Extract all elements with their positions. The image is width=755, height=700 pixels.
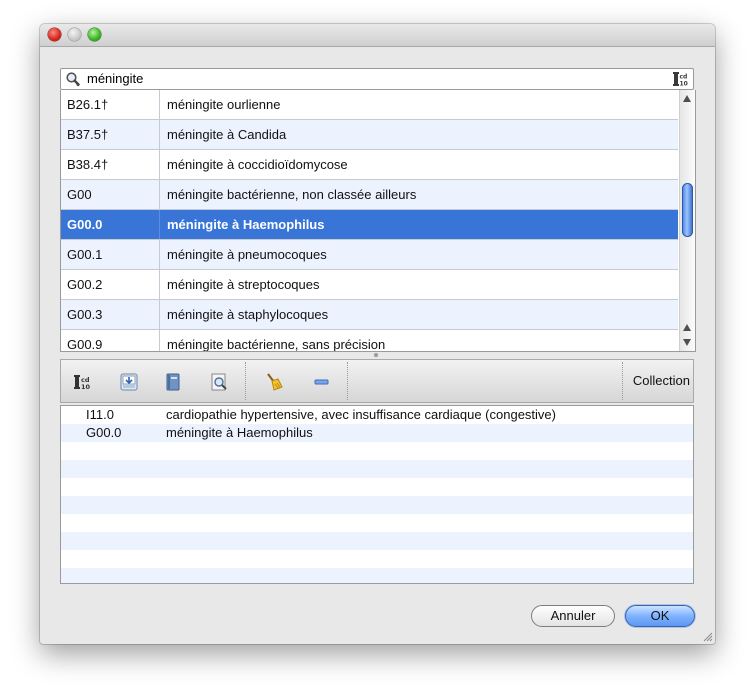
row-description: méningite à pneumocoques bbox=[167, 247, 327, 262]
toolbar-separator bbox=[347, 362, 348, 400]
svg-text:10: 10 bbox=[81, 383, 91, 391]
list-item-code: G00.0 bbox=[86, 425, 122, 440]
row-description: méningite à coccidioïdomycose bbox=[167, 157, 348, 172]
splitter-handle[interactable] bbox=[374, 353, 378, 357]
results-scrollbar[interactable] bbox=[679, 90, 695, 351]
broom-icon[interactable] bbox=[264, 372, 284, 392]
row-description: méningite à Candida bbox=[167, 127, 287, 142]
row-description: méningite à streptocoques bbox=[167, 277, 320, 292]
scroll-thumb[interactable] bbox=[682, 183, 693, 237]
find-document-icon[interactable] bbox=[209, 372, 229, 392]
empty-row bbox=[61, 550, 693, 568]
scroll-down-arrow-icon[interactable] bbox=[683, 339, 691, 346]
row-description: méningite bactérienne, non classée aille… bbox=[167, 187, 417, 202]
close-button[interactable] bbox=[48, 28, 61, 41]
row-code: G00 bbox=[61, 180, 160, 209]
icd10-icon[interactable]: cd 10 bbox=[73, 372, 93, 392]
dialog-window: cd 10 B26.1† méningite ourlienne B37.5† … bbox=[40, 24, 715, 644]
collection-list[interactable]: I11.0 cardiopathie hypertensive, avec in… bbox=[60, 405, 694, 584]
search-field[interactable]: cd 10 bbox=[60, 68, 694, 90]
row-description: méningite à Haemophilus bbox=[167, 217, 325, 232]
empty-row bbox=[61, 442, 693, 460]
list-item[interactable]: G00.0 méningite à Haemophilus bbox=[61, 424, 693, 442]
empty-row bbox=[61, 514, 693, 532]
ok-button[interactable]: OK bbox=[625, 605, 695, 627]
minimize-button[interactable] bbox=[68, 28, 81, 41]
row-description: méningite à staphylocoques bbox=[167, 307, 329, 322]
search-icon[interactable] bbox=[65, 71, 81, 87]
row-code: G00.1 bbox=[61, 240, 160, 269]
svg-text:10: 10 bbox=[680, 81, 688, 88]
row-code: G00.3 bbox=[61, 300, 160, 329]
row-code: B37.5† bbox=[61, 120, 160, 149]
scroll-up-arrow-icon[interactable] bbox=[683, 95, 691, 102]
search-input[interactable] bbox=[87, 70, 647, 87]
collection-label[interactable]: Collection bbox=[633, 360, 692, 402]
row-description: méningite bactérienne, sans précision bbox=[167, 337, 386, 352]
remove-icon[interactable] bbox=[312, 372, 332, 392]
table-row[interactable]: G00.9 méningite bactérienne, sans précis… bbox=[61, 330, 678, 352]
book-icon[interactable] bbox=[163, 372, 183, 392]
results-table[interactable]: B26.1† méningite ourlienne B37.5† méning… bbox=[60, 90, 696, 352]
list-item-code: I11.0 bbox=[86, 407, 114, 422]
list-item-description: méningite à Haemophilus bbox=[166, 425, 313, 440]
row-code: G00.0 bbox=[61, 210, 160, 239]
empty-row bbox=[61, 460, 693, 478]
title-bar bbox=[40, 24, 715, 47]
table-row[interactable]: B37.5† méningite à Candida bbox=[61, 120, 678, 150]
resize-grip-icon[interactable] bbox=[701, 630, 713, 642]
zoom-button[interactable] bbox=[88, 28, 101, 41]
row-code: G00.2 bbox=[61, 270, 160, 299]
table-row[interactable]: B38.4† méningite à coccidioïdomycose bbox=[61, 150, 678, 180]
icd10-icon[interactable]: cd 10 bbox=[673, 71, 690, 88]
table-row[interactable]: G00 méningite bactérienne, non classée a… bbox=[61, 180, 678, 210]
empty-row bbox=[61, 568, 693, 583]
list-item[interactable]: I11.0 cardiopathie hypertensive, avec in… bbox=[61, 406, 693, 424]
toolbar-separator bbox=[622, 362, 623, 400]
cancel-button[interactable]: Annuler bbox=[531, 605, 615, 627]
empty-row bbox=[61, 532, 693, 550]
table-row[interactable]: G00.2 méningite à streptocoques bbox=[61, 270, 678, 300]
empty-row bbox=[61, 496, 693, 514]
list-item-description: cardiopathie hypertensive, avec insuffis… bbox=[166, 407, 556, 422]
table-row[interactable]: B26.1† méningite ourlienne bbox=[61, 90, 678, 120]
row-code: B26.1† bbox=[61, 90, 160, 119]
toolbar-separator bbox=[245, 362, 246, 400]
table-row[interactable]: G00.1 méningite à pneumocoques bbox=[61, 240, 678, 270]
collection-toolbar: cd 10 Collection bbox=[60, 359, 694, 403]
row-description: méningite ourlienne bbox=[167, 97, 281, 112]
svg-text:cd: cd bbox=[680, 74, 688, 81]
scroll-up-arrow-icon[interactable] bbox=[683, 324, 691, 331]
table-row-selected[interactable]: G00.0 méningite à Haemophilus bbox=[61, 210, 678, 240]
empty-row bbox=[61, 478, 693, 496]
table-row[interactable]: G00.3 méningite à staphylocoques bbox=[61, 300, 678, 330]
row-code: B38.4† bbox=[61, 150, 160, 179]
import-icon[interactable] bbox=[119, 372, 139, 392]
row-code: G00.9 bbox=[61, 330, 160, 351]
